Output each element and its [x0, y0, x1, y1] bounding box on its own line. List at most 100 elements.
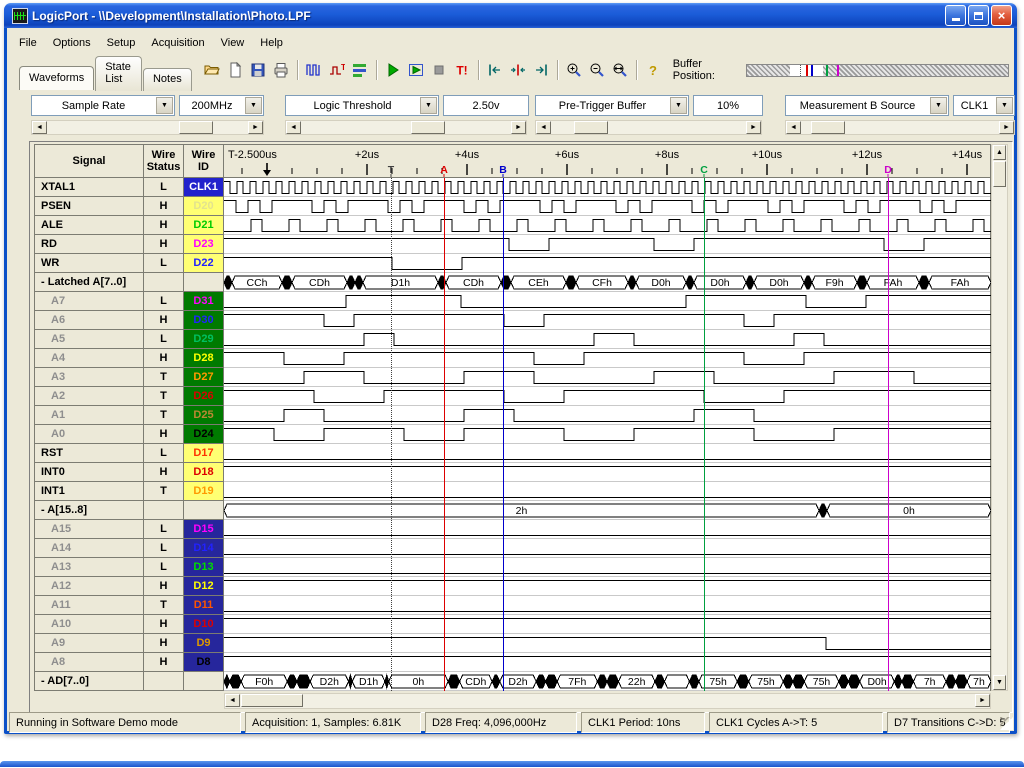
scroll-left-arrow[interactable]: ◄	[786, 121, 801, 134]
signal-name-rst[interactable]: RST	[34, 444, 144, 463]
signal-name-a6[interactable]: A6	[34, 311, 144, 330]
menu-acquisition[interactable]: Acquisition	[143, 35, 212, 51]
signal-name-a8[interactable]: A8	[34, 653, 144, 672]
scroll-up-arrow[interactable]: ▲	[993, 145, 1006, 160]
signal-name-int0[interactable]: INT0	[34, 463, 144, 482]
signal-name-a9[interactable]: A9	[34, 634, 144, 653]
tab-state-list[interactable]: State List	[95, 55, 142, 91]
maximize-button[interactable]	[968, 5, 989, 26]
logic-threshold-combo[interactable]: Logic Threshold ▼	[285, 95, 439, 116]
buffer-position-bar[interactable]	[745, 63, 1009, 77]
print-icon[interactable]	[270, 59, 293, 81]
menu-setup[interactable]: Setup	[99, 35, 144, 51]
time-ruler[interactable]: T-2.500us +2us +4us +6us +8us +10us +12us +14us…	[224, 144, 991, 178]
title-bar[interactable]: LogicPort - \\Development\Installation\P…	[4, 3, 1017, 28]
pre-trigger-buffer-scrollbar[interactable]: ◄ ►	[535, 120, 762, 135]
goto-start-icon[interactable]	[484, 59, 507, 81]
chevron-down-icon[interactable]: ▼	[670, 97, 687, 114]
signal-name-a11[interactable]: A11	[34, 596, 144, 615]
signal-name-xtal1[interactable]: XTAL1	[34, 178, 144, 197]
resize-grip[interactable]	[1000, 717, 1013, 730]
scroll-right-arrow[interactable]: ►	[975, 694, 990, 707]
scroll-right-arrow[interactable]: ►	[248, 121, 263, 134]
measurement-b-source-value-combo[interactable]: CLK1 ▼	[953, 95, 1015, 116]
chevron-down-icon[interactable]: ▼	[930, 97, 947, 114]
scroll-right-arrow[interactable]: ►	[746, 121, 761, 134]
scroll-left-arrow[interactable]: ◄	[286, 121, 301, 134]
goto-trigger-icon[interactable]	[507, 59, 530, 81]
measurement-b-source-scrollbar[interactable]: ◄ ►	[785, 120, 1015, 135]
chevron-down-icon[interactable]: ▼	[420, 97, 437, 114]
open-file-icon[interactable]	[201, 59, 224, 81]
scroll-left-arrow[interactable]: ◄	[225, 694, 240, 707]
signal-name-a10[interactable]: A10	[34, 615, 144, 634]
signal-name-a12[interactable]: A12	[34, 577, 144, 596]
scroll-thumb[interactable]	[993, 161, 1006, 187]
sample-rate-combo[interactable]: Sample Rate ▼	[31, 95, 175, 116]
chevron-down-icon[interactable]: ▼	[245, 97, 262, 114]
signal-name-a158[interactable]: - A[15..8]	[34, 501, 144, 520]
signal-name-a15[interactable]: A15	[34, 520, 144, 539]
tab-notes[interactable]: Notes	[142, 67, 192, 91]
chevron-down-icon[interactable]: ▼	[156, 97, 173, 114]
signal-name-rd[interactable]: RD	[34, 235, 144, 254]
signal-name-a0[interactable]: A0	[34, 425, 144, 444]
logic-threshold-value-field[interactable]: 2.50v	[443, 95, 529, 116]
signal-name-a1[interactable]: A1	[34, 406, 144, 425]
waveform-h-scrollbar[interactable]: ◄ ►	[224, 693, 991, 709]
scroll-thumb[interactable]	[573, 121, 608, 134]
signal-name-a2[interactable]: A2	[34, 387, 144, 406]
signal-name-ad70[interactable]: - AD[7..0]	[34, 672, 144, 691]
menu-view[interactable]: View	[213, 35, 253, 51]
signal-name-a7[interactable]: A7	[34, 292, 144, 311]
scroll-thumb[interactable]	[178, 121, 213, 134]
menu-file[interactable]: File	[11, 35, 45, 51]
help-icon[interactable]: ?	[642, 59, 665, 81]
vertical-scrollbar[interactable]: ▲ ▼	[991, 144, 1008, 691]
scroll-thumb[interactable]	[241, 694, 303, 707]
stop-icon[interactable]	[428, 59, 451, 81]
pre-trigger-buffer-value-field[interactable]: 10%	[693, 95, 763, 116]
save-icon[interactable]	[247, 59, 270, 81]
scroll-thumb[interactable]	[810, 121, 845, 134]
signal-name-a3[interactable]: A3	[34, 368, 144, 387]
signal-name-a5[interactable]: A5	[34, 330, 144, 349]
waveform-options-icon[interactable]	[303, 59, 326, 81]
scroll-down-arrow[interactable]: ▼	[993, 675, 1006, 690]
zoom-out-icon[interactable]	[586, 59, 609, 81]
signal-name-psen[interactable]: PSEN	[34, 197, 144, 216]
zoom-all-icon[interactable]	[609, 59, 632, 81]
scroll-right-arrow[interactable]: ►	[511, 121, 526, 134]
signal-name-ale[interactable]: ALE	[34, 216, 144, 235]
scroll-left-arrow[interactable]: ◄	[32, 121, 47, 134]
chevron-down-icon[interactable]: ▼	[996, 97, 1013, 114]
signal-name-int1[interactable]: INT1	[34, 482, 144, 501]
scroll-left-arrow[interactable]: ◄	[536, 121, 551, 134]
waveform-area[interactable]: CCh CDh D1h CDh CEh CFh D0h D0h D0h F9h FAh FAh 2h 0h…	[224, 178, 991, 691]
trigger-now-icon[interactable]: T!	[451, 59, 474, 81]
trigger-options-icon[interactable]: T	[326, 59, 349, 81]
run-icon[interactable]	[382, 59, 405, 81]
state-list-options-icon[interactable]	[349, 59, 372, 81]
sample-rate-scrollbar[interactable]: ◄ ►	[31, 120, 264, 135]
menu-help[interactable]: Help	[252, 35, 291, 51]
signal-name-latcheda70[interactable]: - Latched A[7..0]	[34, 273, 144, 292]
logic-threshold-scrollbar[interactable]: ◄ ►	[285, 120, 527, 135]
measurement-b-source-combo[interactable]: Measurement B Source ▼	[785, 95, 949, 116]
close-button[interactable]: ×	[991, 5, 1012, 26]
tab-waveforms[interactable]: Waveforms	[19, 65, 95, 90]
menu-options[interactable]: Options	[45, 35, 99, 51]
signal-name-a4[interactable]: A4	[34, 349, 144, 368]
goto-end-icon[interactable]	[530, 59, 553, 81]
scroll-thumb[interactable]	[411, 121, 446, 134]
single-acquisition-icon[interactable]	[405, 59, 428, 81]
signal-name-wr[interactable]: WR	[34, 254, 144, 273]
zoom-in-icon[interactable]	[563, 59, 586, 81]
scroll-right-arrow[interactable]: ►	[999, 121, 1014, 134]
signal-name-a13[interactable]: A13	[34, 558, 144, 577]
signal-name-a14[interactable]: A14	[34, 539, 144, 558]
new-file-icon[interactable]	[224, 59, 247, 81]
pre-trigger-buffer-combo[interactable]: Pre-Trigger Buffer ▼	[535, 95, 689, 116]
minimize-button[interactable]	[945, 5, 966, 26]
sample-rate-value-combo[interactable]: 200MHz ▼	[179, 95, 264, 116]
